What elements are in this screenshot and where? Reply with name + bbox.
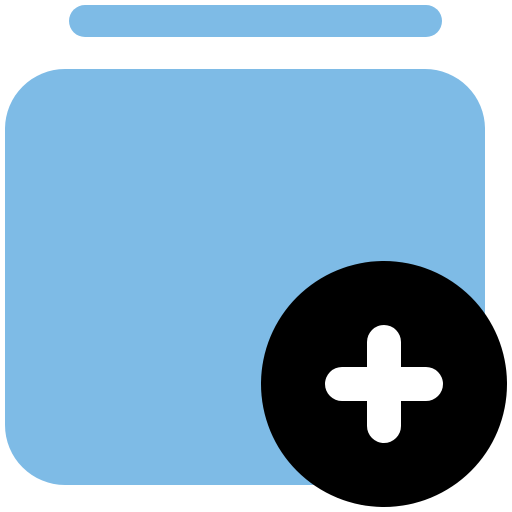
- add-to-collection-icon: [0, 0, 512, 512]
- plus-horizontal-stroke: [325, 367, 443, 401]
- stacked-sheet-bar: [69, 5, 442, 37]
- icon-canvas: [5, 5, 507, 507]
